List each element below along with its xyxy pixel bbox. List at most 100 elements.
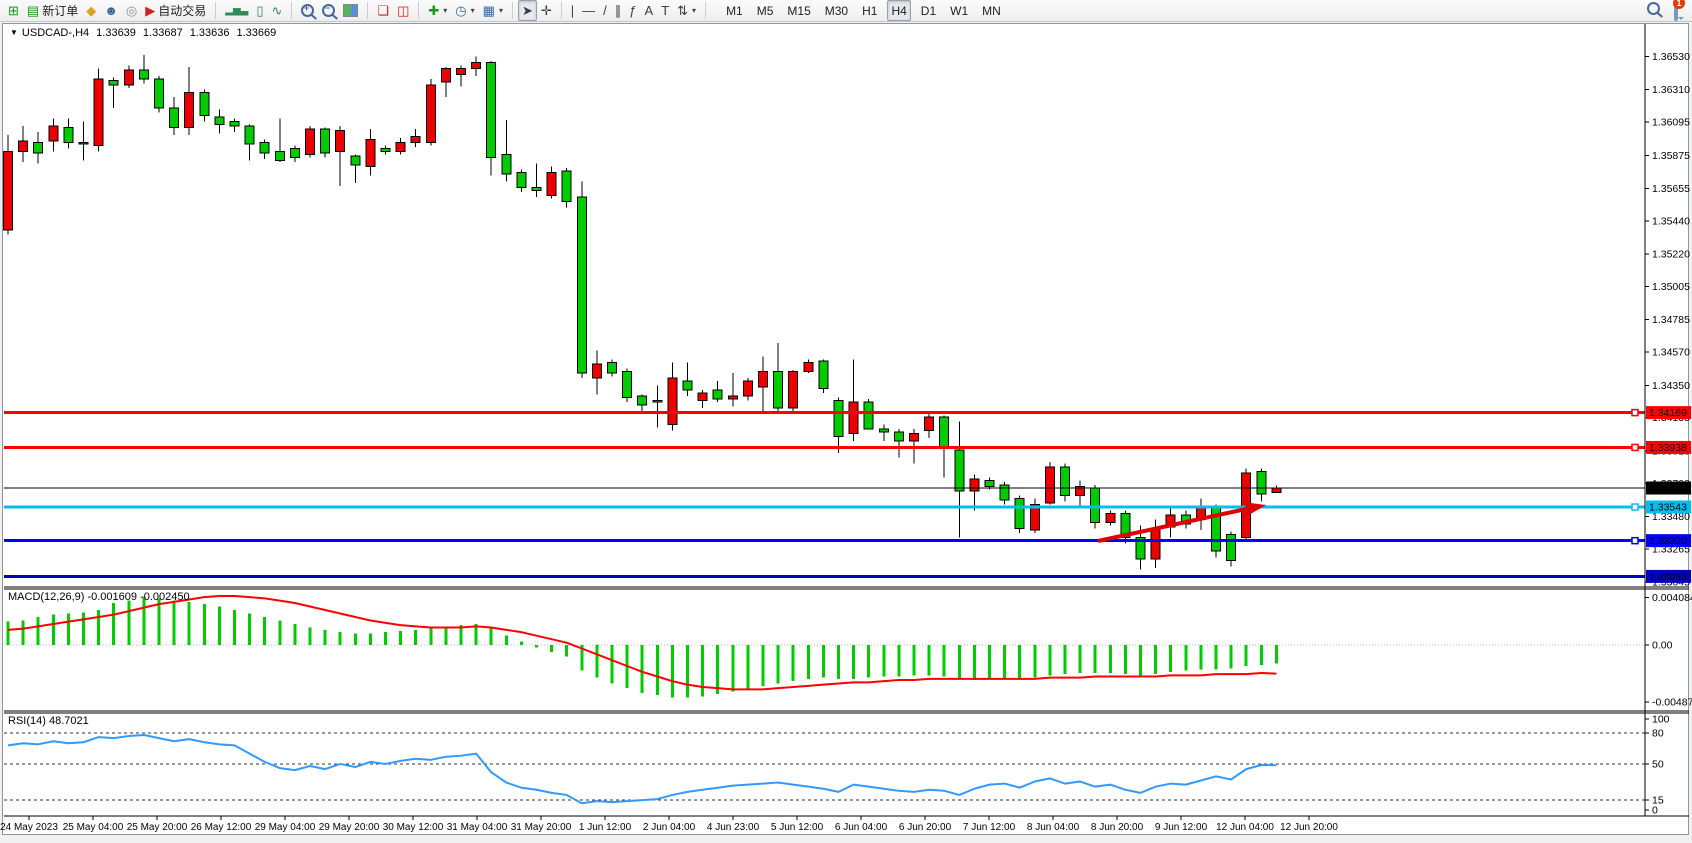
candle-body xyxy=(260,142,269,153)
indicators-button[interactable]: ✚▾ xyxy=(424,0,451,21)
toolbar-separator xyxy=(215,2,216,19)
trendline-icon: / xyxy=(603,4,607,17)
new-chart-button[interactable]: ⊞ xyxy=(4,0,23,21)
arrange-windows-button[interactable]: ◫ xyxy=(393,0,413,21)
cascade-windows-button[interactable]: ❏ xyxy=(373,0,393,21)
price-badge-label: 1.33320 xyxy=(1649,535,1687,547)
candle-body xyxy=(1091,488,1100,523)
rsi-tick-label: 50 xyxy=(1652,758,1664,770)
timeframe-H4[interactable]: H4 xyxy=(887,0,910,21)
candle-body xyxy=(940,417,949,449)
candle-body xyxy=(608,363,617,374)
candle-body xyxy=(4,152,13,230)
candle-body xyxy=(155,79,164,108)
price-tick-label: 1.34785 xyxy=(1652,314,1690,326)
line-handle[interactable] xyxy=(1632,538,1638,544)
candle-body xyxy=(124,70,133,85)
candle-body xyxy=(49,126,58,141)
bar-chart-button[interactable]: ▂▅▃ xyxy=(221,0,252,21)
chevron-down-icon: ▾ xyxy=(499,6,503,15)
candle-body xyxy=(1227,535,1236,561)
candlestick-chart-button[interactable]: ▯ xyxy=(252,0,267,21)
timeframe-M1[interactable]: M1 xyxy=(722,0,747,21)
candle-body xyxy=(577,197,586,373)
candle-body xyxy=(321,129,330,153)
auto-trading-button[interactable]: ▶ 自动交易 xyxy=(141,0,210,21)
vertical-line-tool-button[interactable]: | xyxy=(567,0,578,21)
search-button[interactable] xyxy=(1647,2,1660,20)
candle-body xyxy=(411,136,420,142)
candle-body xyxy=(457,69,466,75)
candle-body xyxy=(245,126,254,144)
time-tick-label: 6 Jun 20:00 xyxy=(899,822,952,833)
arrows-tool-button[interactable]: ⇅▾ xyxy=(673,0,700,21)
candle-body xyxy=(396,142,405,151)
price-tick-label: 1.36095 xyxy=(1652,117,1690,129)
trend-arrow-line[interactable] xyxy=(1098,509,1246,541)
price-tick-label: 1.34570 xyxy=(1652,347,1690,359)
candle-body xyxy=(139,70,148,79)
zoom-out-button[interactable]: − xyxy=(318,0,339,21)
crosshair-tool-button[interactable]: ✛ xyxy=(537,0,556,21)
timeframe-D1[interactable]: D1 xyxy=(917,0,940,21)
auto-trading-label: 自动交易 xyxy=(158,2,206,19)
text-tool-button[interactable]: A xyxy=(641,0,658,21)
line-handle[interactable] xyxy=(1632,410,1638,416)
candle-body xyxy=(804,363,813,372)
main-toolbar: ⊞ ▤ 新订单 ◆ ☻ ◎ ▶ 自动交易 ▂▅▃ ▯ ∿ + − ❏ ◫ ✚▾ … xyxy=(0,0,1692,22)
trend-arrow-head[interactable] xyxy=(1245,502,1266,516)
timeframe-W1[interactable]: W1 xyxy=(946,0,972,21)
channel-tool-button[interactable]: ∥ xyxy=(611,0,626,21)
market-watch-button[interactable]: ☻ xyxy=(100,0,122,21)
candle-body xyxy=(1061,467,1070,496)
periods-button[interactable]: ◷▾ xyxy=(451,0,478,21)
timeframe-M30[interactable]: M30 xyxy=(821,0,852,21)
notifications-button[interactable]: 1 xyxy=(1674,2,1678,20)
candle-body xyxy=(290,149,299,158)
timeframe-M15[interactable]: M15 xyxy=(783,0,814,21)
templates-button[interactable]: ▦▾ xyxy=(479,0,507,21)
rsi-tick-label: 0 xyxy=(1652,805,1658,817)
toolbar-separator xyxy=(705,2,706,19)
horizontal-line-tool-button[interactable]: — xyxy=(578,0,599,21)
tile-windows-button[interactable] xyxy=(339,0,362,21)
timeframe-M5[interactable]: M5 xyxy=(753,0,778,21)
chart-canvas[interactable]: 1.365301.363101.360951.358751.356551.354… xyxy=(0,0,1692,838)
zoom-in-icon: + xyxy=(301,4,314,17)
quotes-icon: ◆ xyxy=(86,4,96,17)
arrows-icon: ⇅ xyxy=(677,4,688,17)
chart-symbol: USDCAD-,H4 xyxy=(22,27,89,39)
timeframe-group: M1 M5M15 M30 H1 H4 D1 W1 MN xyxy=(719,0,1008,21)
price-tick-label: 1.34350 xyxy=(1652,380,1690,392)
clock-icon: ◷ xyxy=(455,4,466,17)
time-tick-label: 7 Jun 12:00 xyxy=(963,822,1016,833)
quotes-button[interactable]: ◆ xyxy=(82,0,100,21)
time-tick-label: 31 May 04:00 xyxy=(447,822,508,833)
candle-body xyxy=(910,434,919,442)
toolbar-separator xyxy=(512,2,513,19)
line-handle[interactable] xyxy=(1632,444,1638,450)
timeframe-MN[interactable]: MN xyxy=(978,0,1005,21)
candle-body xyxy=(34,142,43,153)
cursor-tool-button[interactable]: ➤ xyxy=(518,0,537,21)
time-tick-label: 1 Jun 12:00 xyxy=(579,822,632,833)
price-badge-label: 1.33669 xyxy=(1649,483,1687,495)
signals-icon: ◎ xyxy=(126,4,137,17)
zoom-in-button[interactable]: + xyxy=(297,0,318,21)
candle-body xyxy=(472,63,481,69)
new-order-button[interactable]: ▤ 新订单 xyxy=(23,0,82,21)
trendline-tool-button[interactable]: / xyxy=(599,0,611,21)
line-handle[interactable] xyxy=(1632,504,1638,510)
line-chart-button[interactable]: ∿ xyxy=(268,0,287,21)
candle-body xyxy=(864,402,873,429)
candle-body xyxy=(64,127,73,142)
candle-body xyxy=(683,381,692,390)
price-chart-svg[interactable]: 1.365301.363101.360951.358751.356551.354… xyxy=(0,0,1692,838)
candle-body xyxy=(698,393,707,401)
label-tool-button[interactable]: T xyxy=(657,0,673,21)
cascade-windows-icon: ❏ xyxy=(377,4,389,17)
signals-button[interactable]: ◎ xyxy=(122,0,141,21)
fibonacci-tool-button[interactable]: ƒ xyxy=(625,0,640,21)
timeframe-H1[interactable]: H1 xyxy=(858,0,881,21)
time-tick-label: 2 Jun 04:00 xyxy=(643,822,696,833)
